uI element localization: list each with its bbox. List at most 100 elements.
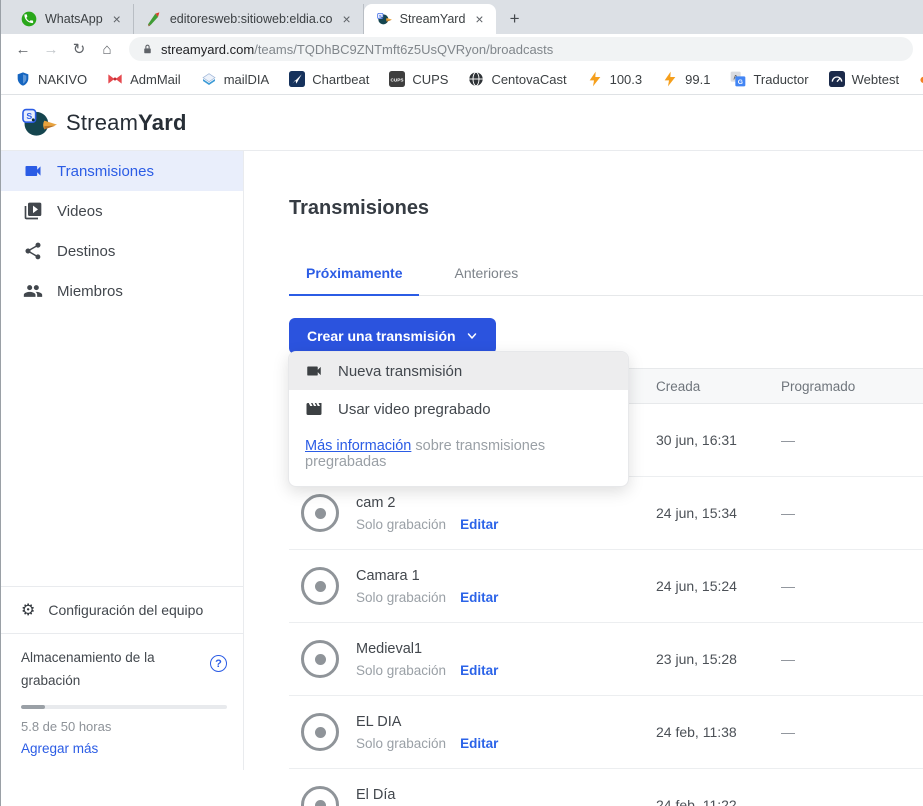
tab-close-icon[interactable]: × <box>473 11 485 27</box>
bookmark-item[interactable]: CUPS CUPS <box>389 71 448 87</box>
forward-icon[interactable]: → <box>39 37 63 61</box>
bookmark-item[interactable]: AdmMail <box>107 71 181 87</box>
more-info-link[interactable]: Más información <box>305 438 411 454</box>
bookmark-label: Traductor <box>753 72 808 87</box>
tab-title: StreamYard <box>400 12 466 26</box>
bookmark-label: mailDIA <box>224 72 270 87</box>
broadcast-title: EL DIA <box>356 714 498 730</box>
team-settings-item[interactable]: ⚙ Configuración del equipo <box>1 586 243 633</box>
svg-text:CUPS: CUPS <box>391 77 404 82</box>
bookmark-label: Chartbeat <box>312 72 369 87</box>
dropdown-info-text: Más información sobre transmisiones preg… <box>289 428 628 482</box>
browser-tab[interactable]: editoresweb:sitioweb:eldia.co × <box>134 4 364 34</box>
movie-icon <box>305 400 323 418</box>
browser-tab-strip: WhatsApp × editoresweb:sitioweb:eldia.co… <box>1 0 923 34</box>
whatsapp-icon <box>21 11 37 27</box>
bookmark-item[interactable]: AG Traductor <box>730 71 808 87</box>
bookmark-item[interactable]: Chartbeat <box>289 71 369 87</box>
nakivo-icon <box>15 71 31 87</box>
sidebar-item-videos[interactable]: Videos <box>1 191 243 231</box>
tab-próximamente[interactable]: Próximamente <box>289 254 419 296</box>
cups-icon: CUPS <box>389 71 405 87</box>
translate-icon: AG <box>730 71 746 87</box>
help-icon[interactable]: ? <box>210 655 227 672</box>
add-more-link[interactable]: Agregar más <box>21 741 227 756</box>
created-cell: 23 jun, 15:28 <box>656 651 781 667</box>
home-icon[interactable]: ⌂ <box>95 37 119 61</box>
bookmark-item[interactable]: 100.3 <box>587 71 643 87</box>
create-broadcast-button[interactable]: Crear una transmisión <box>289 318 496 354</box>
url-path: /teams/TQDhBC9ZNTmft6z5UsQVRyon/broadcas… <box>254 42 553 57</box>
created-cell: 24 jun, 15:34 <box>656 505 781 521</box>
broadcast-title: Medieval1 <box>356 641 498 657</box>
videolib-icon <box>23 201 43 221</box>
main-content: Transmisiones PróximamenteAnteriores Cre… <box>244 151 923 770</box>
tab-anteriores[interactable]: Anteriores <box>437 254 535 296</box>
chartbeat-icon <box>289 71 305 87</box>
edit-link[interactable]: Editar <box>460 590 498 605</box>
record-icon <box>301 640 339 678</box>
storage-title: Almacenamiento de la grabación <box>21 647 186 693</box>
scheduled-cell: — <box>781 797 923 806</box>
broadcast-subtitle: Solo grabación <box>356 736 446 751</box>
chevron-icon <box>466 330 478 342</box>
dropdown-menu-item[interactable]: Usar video pregrabado <box>289 390 628 428</box>
address-bar[interactable]: streamyard.com/teams/TQDhBC9ZNTmft6z5UsQ… <box>129 37 913 61</box>
storage-panel: Almacenamiento de la grabación ? 5.8 de … <box>1 633 243 770</box>
sidebar-item-label: Videos <box>57 203 103 220</box>
streamyard-logo[interactable]: S StreamYard <box>19 104 187 142</box>
sidebar-item-miembros[interactable]: Miembros <box>1 271 243 311</box>
column-header-scheduled: Programado <box>781 379 923 394</box>
scheduled-cell: — <box>781 578 923 594</box>
record-icon <box>301 713 339 751</box>
edit-link[interactable]: Editar <box>460 736 498 751</box>
broadcast-row: Medieval1 Solo grabación Editar 23 jun, 1… <box>289 623 923 696</box>
storage-progress-bar <box>21 705 227 709</box>
broadcast-title: cam 2 <box>356 495 498 511</box>
broadcast-tabs: Próximamente Anteriores <box>289 254 923 296</box>
cloud-icon <box>919 71 923 87</box>
bookmark-item[interactable]: 99.1 <box>662 71 710 87</box>
url-domain: streamyard.com <box>161 42 254 57</box>
app-header: S StreamYard <box>1 95 923 151</box>
globe-icon <box>468 71 484 87</box>
edit-link[interactable]: Editar <box>460 517 498 532</box>
bookmark-item[interactable]: CloudFlare <box>919 71 923 87</box>
bookmark-item[interactable]: Webtest <box>829 71 899 87</box>
browser-window: WhatsApp × editoresweb:sitioweb:eldia.co… <box>0 0 923 806</box>
sidebar-footer: ⚙ Configuración del equipo Almacenamient… <box>1 586 243 770</box>
admmail-icon <box>107 71 123 87</box>
record-icon <box>301 567 339 605</box>
browser-tab[interactable]: S StreamYard × <box>364 4 496 34</box>
reload-icon[interactable]: ↻ <box>67 37 91 61</box>
browser-toolbar: ← → ↻ ⌂ streamyard.com/teams/TQDhBC9ZNTm… <box>1 34 923 64</box>
sidebar-item-transmisiones[interactable]: Transmisiones <box>1 151 243 191</box>
tab-close-icon[interactable]: × <box>111 11 123 27</box>
create-broadcast-dropdown: Nueva transmisión Usar video pregrabado … <box>288 351 629 487</box>
bookmark-item[interactable]: NAKIVO <box>15 71 87 87</box>
tab-title: editoresweb:sitioweb:eldia.co <box>170 12 333 26</box>
created-cell: 24 feb, 11:38 <box>656 724 781 740</box>
new-tab-button[interactable]: + <box>502 6 528 32</box>
column-header-created: Creada <box>656 379 781 394</box>
bookmark-label: CentovaCast <box>491 72 566 87</box>
broadcast-subtitle: Solo grabación <box>356 663 446 678</box>
bookmark-label: 100.3 <box>610 72 643 87</box>
lock-icon <box>141 43 154 56</box>
edit-link[interactable]: Editar <box>460 663 498 678</box>
bookmark-label: NAKIVO <box>38 72 87 87</box>
bookmark-item[interactable]: mailDIA <box>201 71 270 87</box>
browser-tab[interactable]: WhatsApp × <box>9 4 134 34</box>
record-icon <box>301 786 339 806</box>
storage-usage-text: 5.8 de 50 horas <box>21 719 227 734</box>
bookmark-item[interactable]: CentovaCast <box>468 71 566 87</box>
bolt-icon <box>587 71 603 87</box>
scheduled-cell: — <box>781 651 923 667</box>
sidebar-item-destinos[interactable]: Destinos <box>1 231 243 271</box>
dropdown-menu-item[interactable]: Nueva transmisión <box>289 352 628 390</box>
created-cell: 30 jun, 16:31 <box>656 432 781 448</box>
broadcast-row: Camara 1 Solo grabaciónEditar 24 jun, 15… <box>289 550 923 623</box>
back-icon[interactable]: ← <box>11 37 35 61</box>
tab-close-icon[interactable]: × <box>340 11 352 27</box>
tab-title: WhatsApp <box>45 12 103 26</box>
